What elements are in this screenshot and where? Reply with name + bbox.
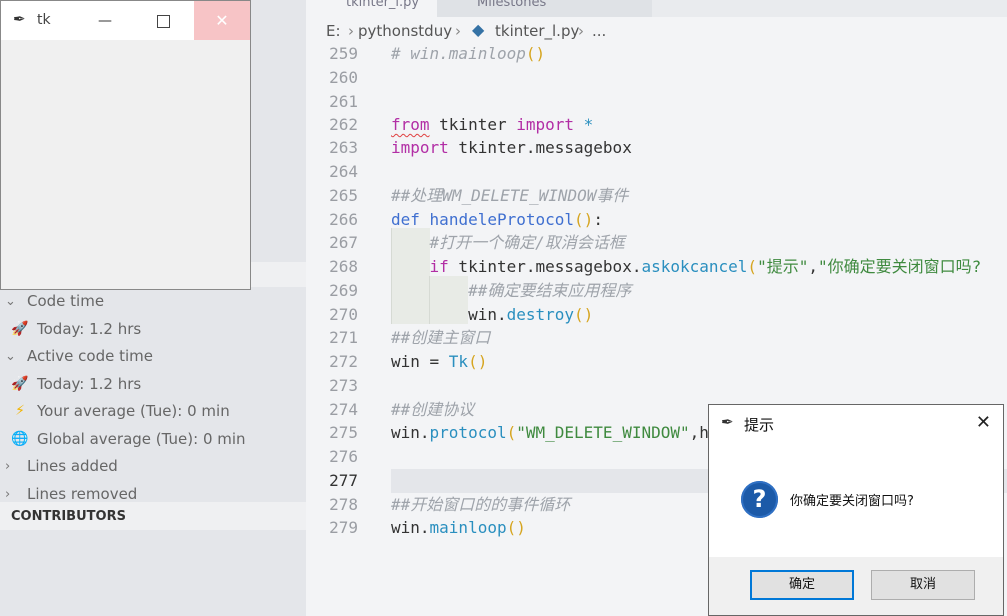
- tab-label: Milestones: [477, 0, 547, 10]
- chevron-down-icon: ⌄: [5, 294, 16, 309]
- close-icon[interactable]: ✕: [976, 412, 991, 433]
- close-icon: ✕: [215, 11, 229, 30]
- sidebar-section-lines-added[interactable]: › Lines added: [0, 453, 306, 480]
- chevron-right-icon: ›: [5, 459, 11, 474]
- breadcrumb: E: › pythonstduy › ◆ tkinter_l.py › ...: [306, 17, 1007, 45]
- rocket-icon: 🚀: [11, 376, 29, 392]
- chevron-down-icon: ⌄: [5, 349, 16, 364]
- lightning-icon: ⚡: [15, 403, 25, 419]
- sidebar-section-active-code-time[interactable]: ⌄ Active code time: [0, 343, 306, 370]
- globe-icon: 🌐: [11, 431, 29, 447]
- question-icon: ?: [741, 481, 778, 518]
- breadcrumb-file[interactable]: tkinter_l.py: [495, 22, 579, 40]
- ok-button[interactable]: 确定: [750, 570, 854, 600]
- tk-title-bar[interactable]: ✒ tk — ✕: [1, 1, 250, 40]
- feather-icon: ✒: [721, 413, 734, 431]
- maximize-button[interactable]: [141, 6, 181, 36]
- tab-label: tkinter_l.py: [346, 0, 420, 10]
- chevron-right-icon: ›: [455, 22, 461, 40]
- askokcancel-dialog[interactable]: ✒ 提示 ✕ ? 你确定要关闭窗口吗? 确定 取消: [708, 404, 1004, 616]
- cancel-button[interactable]: 取消: [871, 570, 975, 600]
- feather-icon: ✒: [13, 10, 26, 28]
- close-button[interactable]: ✕: [194, 1, 250, 40]
- sidebar-item-your-average[interactable]: ⚡ Your average (Tue): 0 min: [0, 398, 306, 425]
- breadcrumb-folder[interactable]: pythonstduy: [358, 22, 452, 40]
- python-file-icon: ◆: [472, 20, 485, 39]
- rocket-icon: 🚀: [11, 321, 29, 337]
- breadcrumb-more[interactable]: ...: [592, 22, 606, 40]
- breadcrumb-drive[interactable]: E:: [326, 22, 341, 40]
- minimize-button[interactable]: —: [85, 6, 125, 36]
- editor-tab-bar: tkinter_l.py Milestones: [306, 0, 1007, 17]
- chevron-right-icon: ›: [578, 22, 584, 40]
- tab-milestones[interactable]: Milestones: [437, 0, 652, 17]
- dialog-button-bar: 确定 取消: [709, 557, 1003, 615]
- maximize-icon: [157, 15, 170, 28]
- sidebar-item-today[interactable]: 🚀 Today: 1.2 hrs: [0, 316, 306, 343]
- sidebar-item-today-active[interactable]: 🚀 Today: 1.2 hrs: [0, 371, 306, 398]
- tk-window-title: tk: [37, 12, 51, 28]
- dialog-title-bar[interactable]: ✒ 提示 ✕: [709, 405, 1003, 443]
- dialog-message: 你确定要关闭窗口吗?: [790, 494, 914, 509]
- chevron-right-icon: ›: [348, 22, 354, 40]
- sidebar-section-code-time[interactable]: ⌄ Code time: [0, 288, 306, 315]
- dialog-title: 提示: [744, 416, 775, 434]
- sidebar-item-global-average[interactable]: 🌐 Global average (Tue): 0 min: [0, 426, 306, 453]
- contributors-header[interactable]: CONTRIBUTORS: [0, 502, 306, 530]
- tk-window[interactable]: ✒ tk — ✕: [0, 0, 251, 290]
- minimize-icon: —: [98, 13, 112, 29]
- dialog-body: ? 你确定要关闭窗口吗?: [709, 443, 1003, 557]
